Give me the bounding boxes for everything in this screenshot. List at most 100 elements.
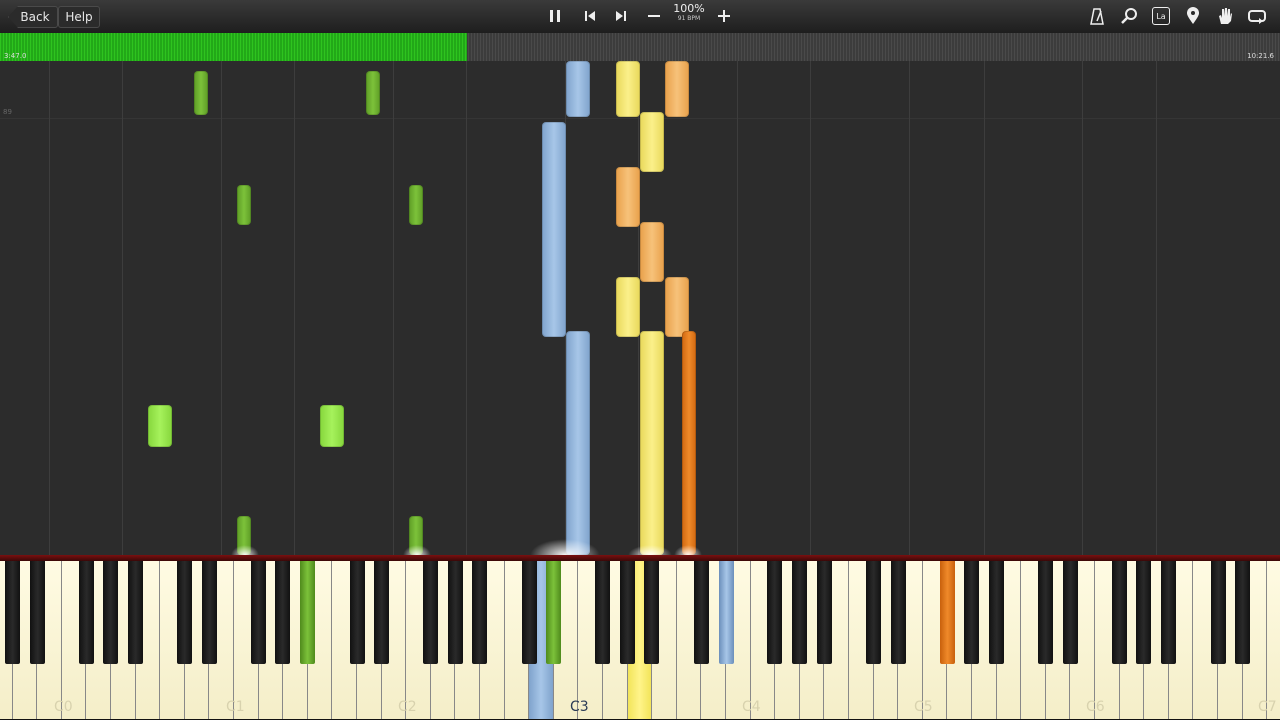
toolbar: Back Help 100% 91 BPM La — [0, 0, 1280, 34]
grid-line — [49, 61, 50, 555]
black-key[interactable] — [939, 561, 955, 664]
note — [616, 167, 640, 227]
loop-icon[interactable] — [1246, 6, 1268, 26]
note — [665, 277, 689, 337]
note — [194, 71, 208, 115]
note — [409, 185, 423, 225]
key-sparkle — [530, 539, 600, 555]
note — [566, 61, 590, 117]
black-key[interactable] — [791, 561, 807, 664]
note — [320, 405, 344, 447]
label-icon[interactable]: La — [1150, 6, 1172, 26]
black-key[interactable] — [5, 561, 21, 664]
grid-line — [1156, 61, 1157, 555]
note — [542, 122, 566, 337]
elapsed-time: 3:47.0 — [4, 52, 27, 60]
black-key[interactable] — [78, 561, 94, 664]
octave-label: C5 — [914, 699, 933, 715]
back-button[interactable]: Back — [8, 6, 58, 28]
black-key[interactable] — [422, 561, 438, 664]
search-icon[interactable] — [1118, 6, 1140, 26]
black-key[interactable] — [1160, 561, 1176, 664]
black-key[interactable] — [1235, 561, 1251, 664]
speed-percent: 100% — [673, 2, 705, 15]
black-key[interactable] — [447, 561, 463, 664]
grid-line — [909, 61, 910, 555]
speed-bpm: 91 BPM — [677, 15, 701, 22]
note — [616, 277, 640, 337]
black-key[interactable] — [866, 561, 882, 664]
black-key[interactable] — [103, 561, 119, 664]
note — [237, 185, 251, 225]
metronome-icon[interactable] — [1086, 6, 1108, 26]
note — [616, 61, 640, 117]
octave-label: C6 — [1086, 699, 1105, 715]
note — [640, 112, 664, 172]
speed-display: 100% 91 BPM — [670, 3, 708, 23]
black-key[interactable] — [964, 561, 980, 664]
marker-icon[interactable] — [1182, 6, 1204, 26]
note — [366, 71, 380, 115]
black-key[interactable] — [694, 561, 710, 664]
grid-line — [1082, 61, 1083, 555]
note — [148, 405, 172, 447]
octave-label: C4 — [742, 699, 761, 715]
black-key[interactable] — [202, 561, 218, 664]
black-key[interactable] — [299, 561, 315, 664]
octave-label: C1 — [226, 699, 245, 715]
black-key[interactable] — [767, 561, 783, 664]
song-progress-bar[interactable] — [0, 33, 1280, 61]
grid-line — [984, 61, 985, 555]
black-key[interactable] — [644, 561, 660, 664]
grid-line — [221, 61, 222, 555]
minus-icon[interactable] — [643, 6, 665, 26]
black-key[interactable] — [1063, 561, 1079, 664]
black-key[interactable] — [250, 561, 266, 664]
help-button[interactable]: Help — [58, 6, 100, 28]
pause-icon[interactable] — [544, 6, 566, 26]
next-icon[interactable] — [610, 6, 632, 26]
black-key[interactable] — [521, 561, 537, 664]
previous-icon[interactable] — [579, 6, 601, 26]
octave-label: C7 — [1258, 699, 1277, 715]
black-key[interactable] — [1136, 561, 1152, 664]
black-key[interactable] — [29, 561, 45, 664]
measure-number: 89 — [3, 108, 12, 116]
plus-icon[interactable] — [713, 6, 735, 26]
note — [665, 61, 689, 117]
black-key[interactable] — [472, 561, 488, 664]
note — [566, 331, 590, 555]
note — [682, 331, 696, 555]
hand-icon[interactable] — [1214, 6, 1236, 26]
piano-keyboard: C0 C1 C2 C3 C4 C5 C6 C7 — [0, 561, 1280, 720]
key-sparkle — [628, 545, 672, 555]
black-key[interactable] — [595, 561, 611, 664]
grid-line — [810, 61, 811, 555]
black-key[interactable] — [619, 561, 635, 664]
black-key[interactable] — [374, 561, 390, 664]
black-key[interactable] — [349, 561, 365, 664]
black-key[interactable] — [988, 561, 1004, 664]
black-key[interactable] — [1210, 561, 1226, 664]
grid-line — [122, 61, 123, 555]
key-sparkle — [403, 545, 431, 555]
note — [640, 222, 664, 282]
white-key[interactable] — [1267, 561, 1280, 719]
octave-label: C0 — [54, 699, 73, 715]
piano-roll: 89 — [0, 61, 1280, 555]
black-key[interactable] — [546, 561, 562, 664]
key-sparkle — [674, 545, 702, 555]
octave-label: C2 — [398, 699, 417, 715]
black-key[interactable] — [890, 561, 906, 664]
black-key[interactable] — [718, 561, 734, 664]
black-key[interactable] — [177, 561, 193, 664]
progress-fill — [0, 33, 468, 61]
grid-line — [466, 61, 467, 555]
black-key[interactable] — [816, 561, 832, 664]
grid-line — [393, 61, 394, 555]
black-key[interactable] — [1111, 561, 1127, 664]
black-key[interactable] — [275, 561, 291, 664]
total-time: 10:21.6 — [1247, 52, 1274, 60]
black-key[interactable] — [1038, 561, 1054, 664]
black-key[interactable] — [127, 561, 143, 664]
